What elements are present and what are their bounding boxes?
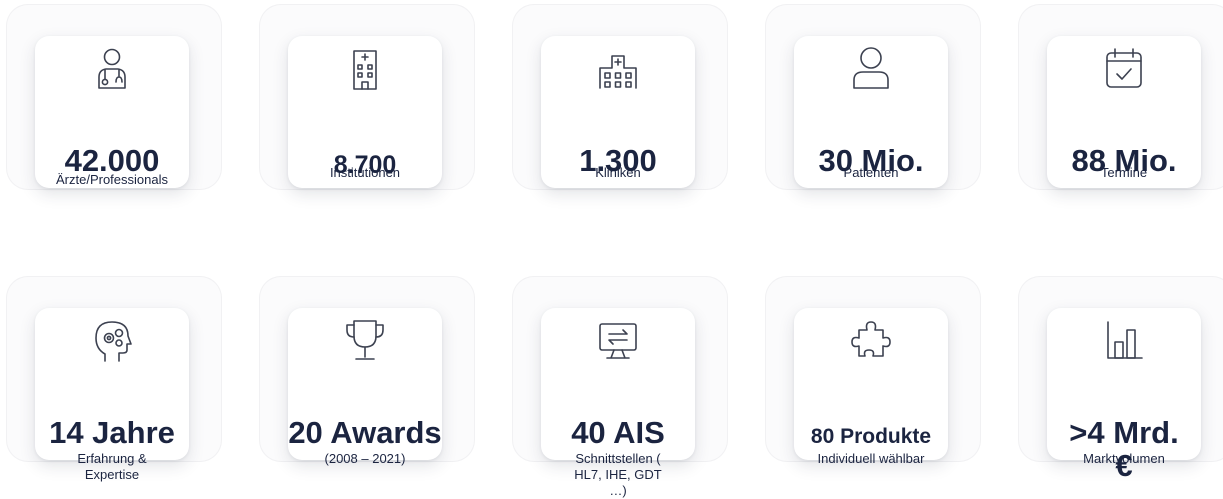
- stat-card: 20 Awards (2008 – 2021): [288, 308, 442, 466]
- stat-tile-market: >4 Mrd. € Marktvolumen: [1018, 276, 1223, 482]
- puzzle-icon: [847, 316, 895, 364]
- stat-tile-experience: 14 Jahre Erfahrung & Expertise: [6, 276, 222, 482]
- stat-tile-institutions: 8.700 Institutionen: [259, 4, 475, 190]
- stat-tile-appointments: 88 Mio. Termine: [1018, 4, 1223, 190]
- stat-card: 8.700 Institutionen: [288, 36, 442, 188]
- stat-tile-products: 80 Produkte Individuell wählbar: [765, 276, 981, 466]
- stat-tile-interfaces: 40 AIS Schnittstellen ( HL7, IHE, GDT …): [512, 276, 728, 498]
- stat-label: Termine: [1100, 165, 1148, 180]
- stat-card: 14 Jahre Erfahrung & Expertise: [35, 308, 189, 482]
- stat-label: Schnittstellen ( HL7, IHE, GDT …): [574, 451, 662, 498]
- stat-value: 80 Produkte: [810, 425, 932, 448]
- trophy-icon: [341, 316, 389, 364]
- doctor-icon: [88, 44, 136, 92]
- stat-card: 80 Produkte Individuell wählbar: [794, 308, 948, 466]
- building-icon: [341, 44, 389, 92]
- head-gears-icon: [88, 316, 136, 364]
- stat-card: 88 Mio. Termine: [1047, 36, 1201, 188]
- calendar-check-icon: [1100, 44, 1148, 92]
- stat-label: Kliniken: [595, 165, 641, 180]
- stat-value: 20 Awards: [288, 415, 442, 450]
- stat-label: Institutionen: [329, 165, 401, 180]
- stat-label: Marktvolumen: [1083, 451, 1165, 466]
- stat-card: 1.300 Kliniken: [541, 36, 695, 188]
- stat-card: 42.000 Ärzte/Professionals: [35, 36, 189, 188]
- stat-label: Individuell wählbar: [817, 451, 925, 466]
- stat-value: 14 Jahre: [49, 415, 175, 450]
- stat-value: >4 Mrd. €: [1069, 415, 1179, 483]
- stat-tile-doctors: 42.000 Ärzte/Professionals: [6, 4, 222, 190]
- hospital-icon: [594, 44, 642, 92]
- stat-card: 40 AIS Schnittstellen ( HL7, IHE, GDT …): [541, 308, 695, 498]
- person-icon: [847, 44, 895, 92]
- stat-value: 40 AIS: [571, 415, 665, 450]
- stat-label: Erfahrung & Expertise: [77, 451, 147, 482]
- stat-label: (2008 – 2021): [324, 451, 406, 466]
- stat-card: 30 Mio. Patienten: [794, 36, 948, 188]
- stat-label: Ärzte/Professionals: [56, 172, 168, 187]
- stat-card: >4 Mrd. € Marktvolumen: [1047, 308, 1201, 482]
- bar-chart-icon: [1100, 316, 1148, 364]
- stat-label: Patienten: [843, 165, 899, 180]
- stat-tile-patients: 30 Mio. Patienten: [765, 4, 981, 190]
- monitor-exchange-icon: [594, 316, 642, 364]
- stat-tile-awards: 20 Awards (2008 – 2021): [259, 276, 475, 466]
- stat-tile-clinics: 1.300 Kliniken: [512, 4, 728, 190]
